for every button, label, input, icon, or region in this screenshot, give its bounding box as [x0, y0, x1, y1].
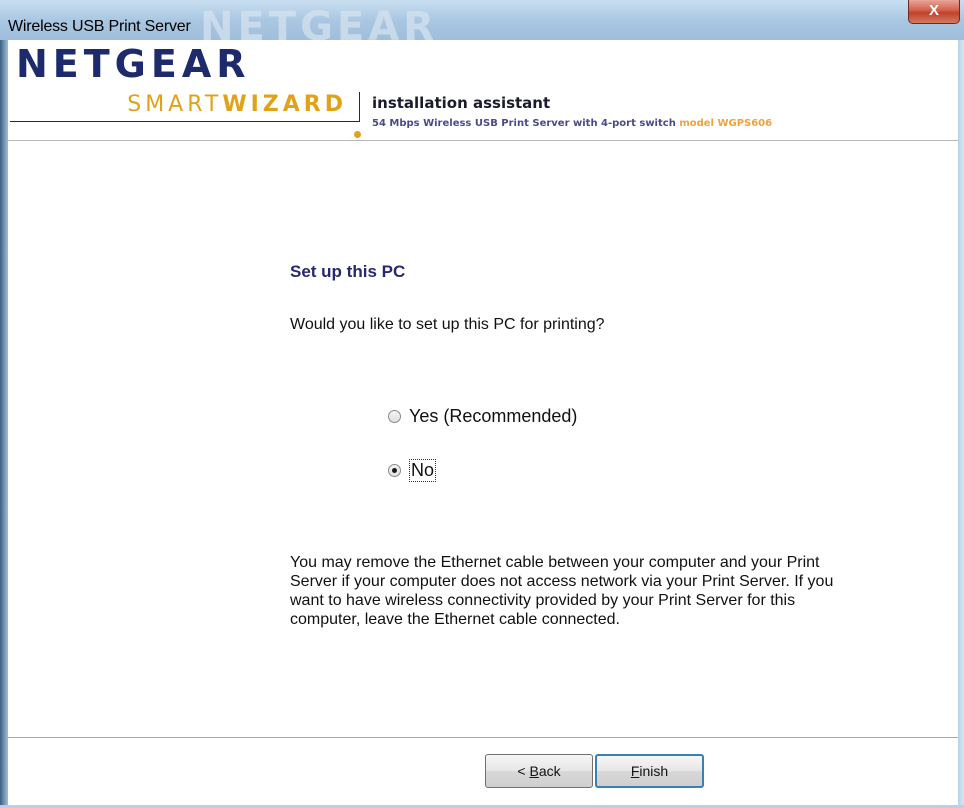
window-right-border [958, 40, 964, 808]
product-model: model WGPS606 [679, 118, 773, 129]
netgear-logo: NETGEAR [16, 42, 251, 86]
finish-button-rest: inish [639, 763, 669, 779]
option-yes[interactable]: Yes (Recommended) [388, 404, 577, 428]
option-no-label[interactable]: No [409, 458, 437, 482]
back-button[interactable]: < Back [485, 754, 593, 788]
smartwizard-logo: SMARTWIZARD [10, 92, 360, 122]
app-window: NETGEAR Wireless USB Print Server X NETG… [0, 0, 964, 808]
title-bar[interactable]: NETGEAR Wireless USB Print Server X [0, 0, 964, 50]
product-subtitle: 54 Mbps Wireless USB Print Server with 4… [372, 118, 772, 129]
setup-question: Would you like to set up this PC for pri… [290, 316, 605, 333]
header-divider [8, 140, 958, 141]
back-button-prefix: < [517, 763, 530, 779]
footer-divider [8, 737, 958, 738]
logo-dot-icon [354, 131, 361, 138]
close-icon: X [928, 2, 939, 19]
smartwizard-logo-wizard: WIZARD [222, 92, 347, 117]
window-title: Wireless USB Print Server [8, 18, 191, 35]
back-button-accel: B [529, 763, 539, 779]
smartwizard-logo-smart: SMART [127, 92, 223, 117]
product-description: 54 Mbps Wireless USB Print Server with 4… [372, 118, 676, 129]
close-button[interactable]: X [908, 0, 960, 24]
radio-yes[interactable] [388, 409, 401, 423]
back-button-rest: ack [538, 763, 561, 779]
finish-button[interactable]: Finish [595, 754, 704, 788]
wizard-header: NETGEAR SMARTWIZARD installation assista… [8, 40, 958, 140]
radio-no[interactable] [388, 463, 401, 477]
installation-assistant-title: installation assistant [372, 94, 551, 112]
wizard-client-area: NETGEAR SMARTWIZARD installation assista… [8, 40, 958, 805]
ethernet-note: You may remove the Ethernet cable betwee… [290, 554, 834, 628]
page-title: Set up this PC [290, 262, 406, 281]
option-yes-label[interactable]: Yes (Recommended) [409, 406, 577, 427]
option-no[interactable]: No [388, 458, 437, 482]
